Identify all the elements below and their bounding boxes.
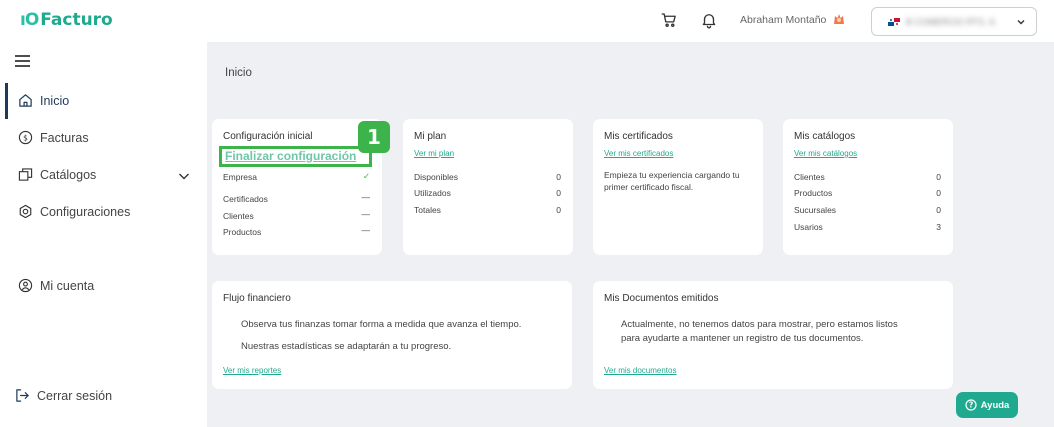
list-item-value: 0 (556, 172, 561, 182)
catalogs-card: Mis catálogos Ver mis catálogos Clientes… (783, 119, 953, 255)
cart-icon[interactable] (660, 11, 678, 29)
dash-icon: — (361, 209, 371, 219)
list-item: Totales (414, 205, 441, 215)
page-title: Inicio (225, 67, 252, 79)
card-title: Mi plan (414, 131, 447, 142)
list-item: Productos (794, 188, 833, 198)
logo-mark: ıO (20, 10, 39, 30)
list-item-value: 0 (556, 188, 561, 198)
facturo-logo[interactable]: ıO Facturo (20, 10, 113, 30)
sidebar-item-catalogos[interactable]: Catálogos (18, 167, 96, 182)
card-title: Flujo financiero (223, 293, 291, 304)
sidebar-item-inicio[interactable]: Inicio (18, 93, 69, 108)
company-selector[interactable]: B COMERCIO RTS. A. (871, 7, 1037, 36)
sidebar-item-label: Configuraciones (40, 204, 131, 219)
sidebar-item-configuraciones[interactable]: Configuraciones (18, 204, 130, 219)
home-icon (19, 94, 32, 107)
active-nav-indicator (5, 83, 8, 119)
view-documents-link[interactable]: Ver mis documentos (604, 366, 676, 375)
list-item: Utilizados (414, 188, 451, 198)
finalize-config-label: Finalizar configuración (225, 149, 357, 163)
chevron-down-icon[interactable] (178, 170, 190, 182)
svg-text:?: ? (968, 401, 972, 410)
sidebar-item-label: Inicio (40, 93, 70, 108)
logout-button[interactable]: Cerrar sesión (15, 388, 112, 403)
card-title: Configuración inicial (223, 131, 313, 142)
certs-text-line-2: primer certificado fiscal. (604, 182, 694, 192)
help-button[interactable]: ? Ayuda (956, 392, 1018, 418)
sidebar-item-facturas[interactable]: $ Facturas (18, 130, 89, 145)
finalize-config-link[interactable]: Finalizar configuración (219, 146, 372, 167)
view-plan-link[interactable]: Ver mi plan (414, 149, 454, 158)
logout-label: Cerrar sesión (37, 388, 113, 403)
card-title: Mis Documentos emitidos (604, 293, 719, 304)
list-item-value: 0 (936, 205, 941, 215)
dash-icon: — (361, 225, 371, 235)
certs-text-line-1: Empieza tu experiencia cargando tu (604, 170, 740, 180)
bell-icon[interactable] (700, 10, 718, 30)
step-badge: 1 (358, 121, 390, 153)
docs-text-line-2: para ayudarte a mantener un registro de … (621, 333, 864, 344)
menu-icon[interactable] (15, 55, 30, 67)
panama-flag-icon (888, 17, 900, 26)
list-item: Clientes (794, 172, 825, 182)
list-item: Clientes (223, 211, 254, 221)
logo-name: Facturo (40, 10, 113, 30)
view-certificates-link[interactable]: Ver mis certificados (604, 149, 673, 158)
list-item: Empresa (223, 172, 258, 182)
help-icon: ? (965, 399, 977, 411)
user-avatar-icon[interactable] (832, 12, 846, 26)
config-card: Configuración inicial Finalizar configur… (212, 119, 390, 255)
gear-icon (19, 204, 32, 219)
view-catalogs-link[interactable]: Ver mis catálogos (794, 149, 857, 158)
check-icon: ✓ (362, 171, 370, 181)
main-content: Inicio Configuración inicial Finalizar c… (207, 42, 1054, 427)
chevron-down-icon (1017, 19, 1025, 24)
list-item-value: 3 (936, 222, 941, 232)
list-item-value: 0 (936, 188, 941, 198)
financial-flow-card: Flujo financiero Observa tus finanzas to… (212, 281, 572, 389)
docs-text-line-1: Actualmente, no tenemos datos para mostr… (621, 319, 898, 330)
certificates-card: Mis certificados Ver mis certificados Em… (593, 119, 763, 255)
list-item-value: 0 (936, 172, 941, 182)
list-item: Disponibles (414, 172, 458, 182)
sidebar-item-label: Catálogos (40, 167, 97, 182)
sidebar-item-label: Mi cuenta (40, 278, 95, 293)
flow-text-line-1: Observa tus finanzas tomar forma a medid… (241, 319, 522, 330)
card-title: Mis certificados (604, 131, 673, 142)
plan-card: Mi plan Ver mi plan Disponibles 0 Utiliz… (403, 119, 573, 255)
list-item-value: 0 (556, 205, 561, 215)
issued-documents-card: Mis Documentos emitidos Actualmente, no … (593, 281, 953, 389)
top-bar: ıO Facturo Abraham Montaño B COMERCIO RT… (0, 0, 1054, 42)
list-item: Certificados (223, 194, 268, 204)
sidebar: Inicio $ Facturas Catálogos Configuracio… (0, 42, 207, 427)
catalog-icon (18, 168, 33, 181)
sidebar-item-label: Facturas (40, 130, 89, 145)
card-title: Mis catálogos (794, 131, 856, 142)
list-item: Productos (223, 227, 262, 237)
list-item: Usarios (794, 222, 823, 232)
company-name: B COMERCIO RTS. A. (906, 16, 998, 27)
user-circle-icon (18, 278, 33, 293)
help-label: Ayuda (980, 399, 1010, 411)
dollar-circle-icon: $ (18, 130, 33, 145)
dash-icon: — (361, 192, 371, 202)
svg-text:$: $ (23, 133, 28, 142)
user-name[interactable]: Abraham Montaño (740, 14, 826, 26)
list-item: Sucursales (794, 205, 837, 215)
flow-text-line-2: Nuestras estadísticas se adaptarán a tu … (241, 341, 452, 352)
view-reports-link[interactable]: Ver mis reportes (223, 366, 281, 375)
logout-icon (16, 389, 29, 402)
sidebar-item-mi-cuenta[interactable]: Mi cuenta (18, 278, 94, 293)
